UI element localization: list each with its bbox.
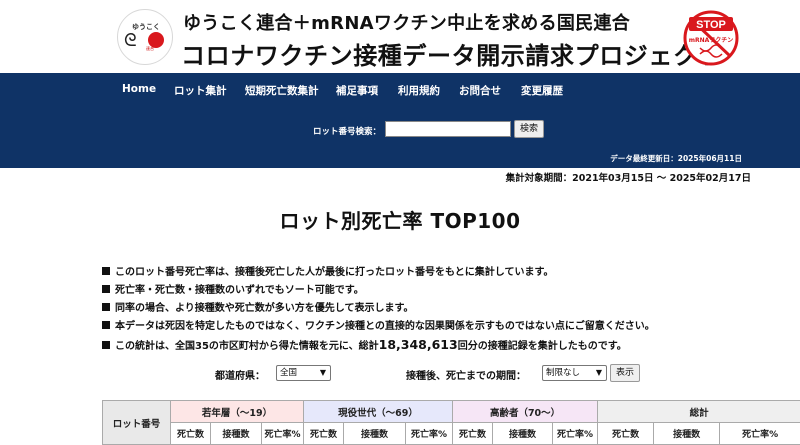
vaccinations-header[interactable]: 接種数 xyxy=(492,422,554,445)
death-rate-header[interactable]: 死亡率% xyxy=(405,422,454,445)
vaccinations-header[interactable]: 接種数 xyxy=(343,422,407,445)
stat-note: この統計は、全国35の市区町村から得た情報を元に、総計18,348,613回分の… xyxy=(102,336,792,354)
total-group-header: 総計 xyxy=(597,400,800,423)
swirl-icon: ᘓ xyxy=(124,30,137,51)
note-item: 死亡率・死亡数・接種数のいずれでもソート可能です。 xyxy=(102,282,792,300)
search-button[interactable]: 検索 xyxy=(514,120,544,138)
death-rate-header[interactable]: 死亡率% xyxy=(260,422,305,445)
deaths-header[interactable]: 死亡数 xyxy=(170,422,211,445)
vaccinations-header[interactable]: 接種数 xyxy=(210,422,262,445)
nav-terms[interactable]: 利用規約 xyxy=(398,83,440,98)
deaths-header[interactable]: 死亡数 xyxy=(303,422,345,445)
youth-group-header: 若年層（〜19） xyxy=(169,400,305,423)
prefecture-select[interactable]: 全国 ▼ xyxy=(276,365,331,381)
lot-search-label: ロット番号検索： xyxy=(313,127,382,137)
lot-number-header[interactable]: ロット番号 xyxy=(102,400,171,445)
vaccinations-header[interactable]: 接種数 xyxy=(653,422,721,445)
elderly-group-header: 高齢者（70〜） xyxy=(452,400,599,423)
chevron-down-icon: ▼ xyxy=(595,368,602,377)
badge-top-text: STOP xyxy=(696,19,726,31)
square-bullet-icon xyxy=(102,285,110,293)
lot-table: ロット番号 若年層（〜19） 現役世代（〜69） 高齢者（70〜） 総計 死亡数… xyxy=(102,400,800,445)
aggregation-period: 集計対象期間：2021年03月15日 〜 2025年02月17日 xyxy=(505,173,751,184)
chevron-down-icon: ▼ xyxy=(319,368,326,377)
note-item: 本データは死因を特定したものではなく、ワクチン接種との直接的な因果関係を示すもの… xyxy=(102,318,792,336)
notes-list: このロット番号死亡率は、接種後死亡した人が最後に打ったロット番号をもとに集計して… xyxy=(102,264,792,354)
last-updated: データ最終更新日：2025年06月11日 xyxy=(610,154,742,163)
deaths-header[interactable]: 死亡数 xyxy=(452,422,494,445)
site-title: コロナワクチン接種データ開示請求プロジェクト xyxy=(181,42,723,70)
square-bullet-icon xyxy=(102,341,110,349)
note-item: 同率の場合、より接種数や死亡数が多い方を優先して表示します。 xyxy=(102,300,792,318)
days-to-death-select[interactable]: 制限なし ▼ xyxy=(542,365,607,381)
header-subtitle: ゆうこく連合＋mRNAワクチン中止を求める国民連合 xyxy=(183,13,631,34)
working-age-group-header: 現役世代（〜69） xyxy=(303,400,454,423)
nav-bar: Home ロット集計 短期死亡数集計 補足事項 利用規約 お問合せ 変更履歴 ロ… xyxy=(0,73,800,168)
nav-contact[interactable]: お問合せ xyxy=(459,83,501,98)
nav-lot-summary[interactable]: ロット集計 xyxy=(174,83,227,98)
nav-changelog[interactable]: 変更履歴 xyxy=(521,83,563,98)
nav-short-term-deaths[interactable]: 短期死亡数集計 xyxy=(245,83,319,98)
square-bullet-icon xyxy=(102,303,110,311)
square-bullet-icon xyxy=(102,267,110,275)
note-item: このロット番号死亡率は、接種後死亡した人が最後に打ったロット番号をもとに集計して… xyxy=(102,264,792,282)
record-count: 18,348,613 xyxy=(378,337,458,352)
yukoku-logo[interactable]: ゆうこく ᘓ 連合 xyxy=(117,9,173,65)
square-bullet-icon xyxy=(102,321,110,329)
death-rate-header[interactable]: 死亡率% xyxy=(719,422,800,445)
page-title: ロット別死亡率 TOP100 xyxy=(279,209,521,233)
logo-subtext: 連合 xyxy=(146,46,154,51)
badge-bottom-text: mRNAワクチン xyxy=(689,36,734,44)
lot-search-input[interactable] xyxy=(385,121,511,137)
stop-mrna-badge-icon: STOP mRNAワクチン xyxy=(683,10,739,66)
days-to-death-label: 接種後、死亡までの期間： xyxy=(406,371,526,382)
site-header: ゆうこく ᘓ 連合 ゆうこく連合＋mRNAワクチン中止を求める国民連合 コロナワ… xyxy=(0,0,800,73)
nav-supplement[interactable]: 補足事項 xyxy=(336,83,378,98)
nav-home[interactable]: Home xyxy=(122,83,156,95)
show-button[interactable]: 表示 xyxy=(610,364,640,382)
prefecture-label: 都道府県： xyxy=(215,371,265,382)
deaths-header[interactable]: 死亡数 xyxy=(597,422,655,445)
death-rate-header[interactable]: 死亡率% xyxy=(552,422,599,445)
